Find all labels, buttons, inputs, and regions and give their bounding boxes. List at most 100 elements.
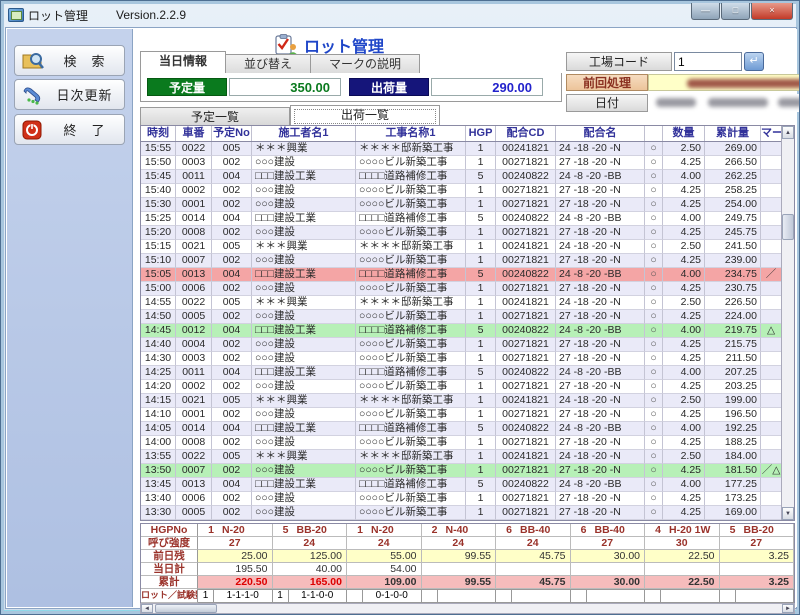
cell-contractor: ○○○建設 [252,464,356,478]
table-row[interactable]: 14:300003002○○○建設○○○○ビル新築工事10027182127 -… [141,352,782,366]
cell-plan: 002 [212,380,252,394]
cell-qty: 4.00 [663,212,705,226]
table-row[interactable]: 15:050013004□□□建設工業□□□□道路補修工事50024082224… [141,268,782,282]
table-row[interactable]: 15:200008002○○○建設○○○○ビル新築工事10027182127 -… [141,226,782,240]
summary-cell [645,563,720,576]
search-button[interactable]: 検 索 [14,45,125,76]
close-button[interactable]: × [751,3,793,20]
cell-hgp: 1 [466,296,496,310]
summary-cell: 11-1-1-0 [198,589,273,603]
tab-plan-list[interactable]: 予定一覧 [140,107,290,126]
cell-circle: ○ [645,282,663,296]
cell-hgp: 1 [466,184,496,198]
table-row[interactable]: 14:450012004□□□建設工業□□□□道路補修工事50024082224… [141,324,782,338]
summary-cell [571,589,646,603]
table-row[interactable]: 15:100007002○○○建設○○○○ビル新築工事10027182127 -… [141,254,782,268]
cell-project: ○○○○ビル新築工事 [356,506,466,520]
factory-code-button[interactable]: 工場コード [566,52,672,71]
minimize-button[interactable]: — [691,3,720,20]
summary-row: HGPNo1N-205BB-201N-202N-406BB-406BB-404H… [141,524,794,537]
cell-contractor: ○○○建設 [252,310,356,324]
cell-mark [761,408,782,422]
cell-car: 0021 [176,394,212,408]
cell-mark [761,436,782,450]
cell-mark [761,338,782,352]
table-row[interactable]: 14:500005002○○○建設○○○○ビル新築工事10027182127 -… [141,310,782,324]
table-row[interactable]: 14:550022005＊＊＊興業＊＊＊＊邸新築工事10024182124 -1… [141,296,782,310]
table-row[interactable]: 15:300001002○○○建設○○○○ビル新築工事10027182127 -… [141,198,782,212]
table-row[interactable]: 14:400004002○○○建設○○○○ビル新築工事10027182127 -… [141,338,782,352]
summary-row: 当日計195.5040.0054.00 [141,563,794,576]
summary-cell: 30 [645,537,720,550]
table-row[interactable]: 15:250014004□□□建設工業□□□□道路補修工事50024082224… [141,212,782,226]
cell-mark [761,198,782,212]
cell-cd: 00271821 [496,436,556,450]
cell-hgp: 5 [466,324,496,338]
cell-total: 249.75 [705,212,761,226]
table-row[interactable]: 15:150021005＊＊＊興業＊＊＊＊邸新築工事10024182124 -1… [141,240,782,254]
factory-code-submit-button[interactable]: ↵ [744,52,764,71]
summary-cell: 54.00 [347,563,422,576]
cell-project: ○○○○ビル新築工事 [356,338,466,352]
cell-mix: 27 -18 -20 -N [556,338,645,352]
cell-qty: 4.00 [663,170,705,184]
table-row[interactable]: 14:150021005＊＊＊興業＊＊＊＊邸新築工事10024182124 -1… [141,394,782,408]
cell-qty: 4.25 [663,436,705,450]
table-row[interactable]: 14:000008002○○○建設○○○○ビル新築工事10027182127 -… [141,436,782,450]
table-row[interactable]: 14:050014004□□□建設工業□□□□道路補修工事50024082224… [141,422,782,436]
table-row[interactable]: 13:450013004□□□建設工業□□□□道路補修工事50024082224… [141,478,782,492]
cell-contractor: ○○○建設 [252,254,356,268]
table-row[interactable]: 15:400002002○○○建設○○○○ビル新築工事10027182127 -… [141,184,782,198]
table-row[interactable]: 13:300005002○○○建設○○○○ビル新築工事10027182127 -… [141,506,782,520]
summary-cell: 24 [422,537,497,550]
cell-circle: ○ [645,296,663,310]
cell-plan: 005 [212,296,252,310]
cell-project: ○○○○ビル新築工事 [356,464,466,478]
table-row[interactable]: 15:550022005＊＊＊興業＊＊＊＊邸新築工事10024182124 -1… [141,142,782,156]
cell-time: 15:00 [141,282,176,296]
table-row[interactable]: 15:500003002○○○建設○○○○ビル新築工事10027182127 -… [141,156,782,170]
summary-cell: 55.00 [347,550,422,563]
factory-code-input[interactable] [674,52,742,71]
cell-time: 15:10 [141,254,176,268]
table-row[interactable]: 14:100001002○○○建設○○○○ビル新築工事10027182127 -… [141,408,782,422]
table-row[interactable]: 13:400006002○○○建設○○○○ビル新築工事10027182127 -… [141,492,782,506]
cell-plan: 002 [212,198,252,212]
cell-qty: 4.00 [663,422,705,436]
tab-sort[interactable]: 並び替え [226,54,311,74]
tab-shipment-list[interactable]: 出荷一覧 [290,105,440,126]
daily-update-button[interactable]: 日次更新 [14,79,125,110]
horizontal-scrollbar-thumb[interactable] [155,604,217,613]
date-button[interactable]: 日付 [566,94,648,112]
masked-text [687,79,800,88]
scroll-up-arrow[interactable]: ▲ [782,126,794,139]
tab-mark-legend[interactable]: マークの説明 [311,54,420,74]
table-row[interactable]: 13:550022005＊＊＊興業＊＊＊＊邸新築工事10024182124 -1… [141,450,782,464]
table-row[interactable]: 15:000006002○○○建設○○○○ビル新築工事10027182127 -… [141,282,782,296]
quantity-summary: 予定量 350.00 出荷量 290.00 [140,73,562,102]
cell-cd: 00241821 [496,296,556,310]
cell-contractor: ＊＊＊興業 [252,450,356,464]
cell-time: 13:40 [141,492,176,506]
exit-button[interactable]: 終 了 [14,114,125,145]
summary-row-label: HGPNo [141,524,198,537]
summary-cell: 27 [571,537,646,550]
cell-car: 0011 [176,170,212,184]
table-row[interactable]: 13:500007002○○○建設○○○○ビル新築工事10027182127 -… [141,464,782,478]
column-header: 配合名 [556,126,645,141]
table-row[interactable]: 14:250011004□□□建設工業□□□□道路補修工事50024082224… [141,366,782,380]
horizontal-scrollbar[interactable]: ◄ ► [140,603,795,614]
scroll-down-arrow[interactable]: ▼ [782,507,794,520]
previous-process-value-masked [648,74,800,91]
cell-circle: ○ [645,394,663,408]
cell-mark [761,352,782,366]
cell-project: □□□□道路補修工事 [356,268,466,282]
vertical-scrollbar[interactable]: ▲ ▼ [781,126,794,520]
cell-contractor: ＊＊＊興業 [252,142,356,156]
table-row[interactable]: 14:200002002○○○建設○○○○ビル新築工事10027182127 -… [141,380,782,394]
maximize-button[interactable]: □ [721,3,750,20]
tab-today-info[interactable]: 当日情報 [140,51,226,74]
table-row[interactable]: 15:450011004□□□建設工業□□□□道路補修工事50024082224… [141,170,782,184]
vertical-scrollbar-thumb[interactable] [782,214,794,240]
summary-row-label: ロット／試験数 [141,589,198,603]
